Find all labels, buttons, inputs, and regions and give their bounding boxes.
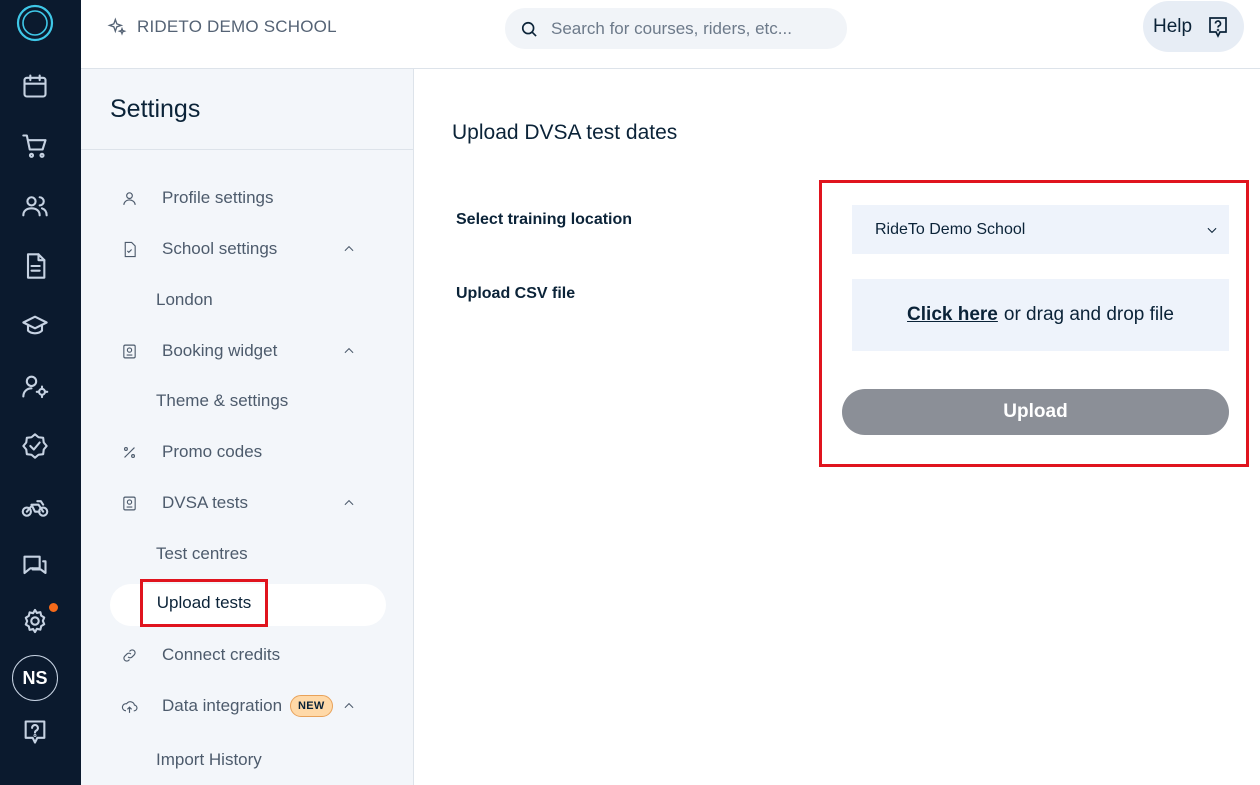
notification-dot [48,602,59,613]
graduation-cap-icon[interactable] [15,306,55,346]
sidebar-item-label: Data integration [162,696,283,715]
sidebar-subitem-test-centres[interactable]: Test centres [127,534,248,574]
csv-label: Upload CSV file [456,285,576,302]
new-badge: NEW [290,695,333,717]
sidebar-item-label: DVSA tests [162,493,248,512]
search-icon [521,21,537,37]
sidebar-item-dvsa-tests[interactable]: DVSA tests [110,483,386,523]
sidebar-subitem-upload-tests[interactable]: Upload tests [140,579,268,627]
chevron-up-icon[interactable] [342,699,356,713]
dropzone-text: or drag and drop file [1003,304,1174,325]
sidebar-item-booking-widget[interactable]: Booking widget [110,331,386,371]
chevron-up-icon[interactable] [342,242,356,256]
logo-icon[interactable] [16,4,54,42]
help-chat-icon [1209,16,1227,38]
file-check-icon [124,241,136,257]
help-button[interactable]: Help [1143,1,1244,52]
school-switcher[interactable]: RIDETO DEMO SCHOOL [107,16,337,38]
sparkle-icon [107,17,127,36]
location-select-value: RideTo Demo School [875,220,1026,238]
upload-button[interactable]: Upload [842,389,1229,435]
calendar-icon[interactable] [15,66,55,106]
sidebar-item-label: School settings [162,239,278,258]
sidebar-subitem-import-history[interactable]: Import History [127,740,262,780]
school-name: RIDETO DEMO SCHOOL [137,17,337,36]
divider [81,149,414,150]
chat-icon[interactable] [15,546,55,586]
avatar[interactable]: NS [12,655,58,701]
sidebar-item-label: Booking widget [162,341,278,360]
link-icon [123,648,136,662]
sidebar-item-data-integration[interactable]: Data integration NEW [110,686,386,726]
chevron-up-icon[interactable] [342,344,356,358]
cart-icon[interactable] [15,126,55,166]
help-icon[interactable] [15,712,55,752]
search-input[interactable] [551,18,821,39]
badge-check-icon[interactable] [15,426,55,466]
motorbike-icon[interactable] [15,487,55,527]
chevron-up-icon[interactable] [342,496,356,510]
location-label: Select training location [456,211,633,228]
sidebar-item-profile[interactable]: Profile settings [110,178,386,218]
user-icon [123,191,136,205]
sidebar-subitem-london[interactable]: London [127,280,213,320]
section-title: Upload DVSA test dates [452,121,678,144]
click-here-link[interactable]: Click here [907,304,998,326]
cloud-upload-icon [121,700,138,713]
sidebar-item-label: Profile settings [162,188,274,207]
location-select[interactable]: RideTo Demo School [852,205,1229,254]
page-title: Settings [110,95,201,123]
sidebar-item-school[interactable]: School settings [110,229,386,269]
user-settings-icon[interactable] [15,366,55,406]
help-label: Help [1153,15,1193,37]
sidebar-item-connect-credits[interactable]: Connect credits [110,635,386,675]
document-icon[interactable] [15,246,55,286]
file-dropzone[interactable]: Click here or drag and drop file [852,279,1229,351]
widget-icon [123,344,136,358]
users-icon[interactable] [15,186,55,226]
widget-icon [123,496,136,510]
sidebar-item-label: Promo codes [162,442,263,461]
sidebar-item-promo-codes[interactable]: Promo codes [110,432,386,472]
app-rail: NS [0,0,81,785]
sidebar-subitem-theme[interactable]: Theme & settings [127,381,288,421]
top-header: RIDETO DEMO SCHOOL Help [81,0,1260,69]
percent-icon [123,446,136,458]
settings-sidebar: Settings Profile settings School setting… [81,69,414,785]
sidebar-item-label: Connect credits [162,645,281,664]
chevron-down-icon [1207,227,1217,233]
search-bar[interactable] [505,8,847,49]
